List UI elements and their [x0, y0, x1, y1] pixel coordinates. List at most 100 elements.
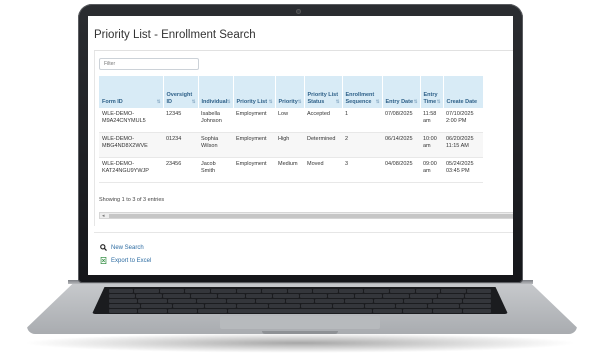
keyboard-key: [428, 304, 460, 308]
cell-individual: Sophia Wilson: [198, 132, 233, 158]
cell-status: Accepted: [304, 108, 342, 133]
keyboard-key: [204, 304, 236, 308]
keyboard-key: [236, 304, 268, 308]
cell-oversight-id: 12345: [163, 108, 198, 133]
keyboard-key: [268, 304, 300, 308]
keyboard-key: [273, 294, 300, 298]
table-row[interactable]: WLE-DEMO-KAT24NGU9YWJP 23456 Jacob Smith…: [99, 157, 483, 183]
column-header-create-date[interactable]: Create Date: [443, 76, 484, 108]
new-search-link[interactable]: New Search: [100, 244, 144, 251]
table-info: Showing 1 to 3 of 3 entries: [99, 197, 165, 203]
keyboard-key: [462, 309, 492, 313]
keyboard-key: [338, 289, 364, 293]
keyboard-key: [285, 299, 315, 303]
screen: Priority List - Enrollment Search Form I…: [88, 16, 513, 275]
keyboard-key: [167, 299, 197, 303]
trackpad: [220, 316, 380, 329]
search-icon: [100, 244, 107, 251]
page-title: Priority List - Enrollment Search: [94, 29, 256, 41]
cell-form-id: WLE-DEMO-KAT24NGU9YWJP: [99, 157, 163, 183]
sort-icon: ⇅: [156, 99, 161, 104]
keyboard-key: [140, 304, 172, 308]
keyboard-key: [190, 294, 218, 298]
scroll-thumb[interactable]: [109, 214, 513, 218]
keyboard-key: [108, 304, 140, 308]
keyboard-key: [364, 304, 396, 308]
keyboard-key-row: [108, 289, 492, 293]
keyboard-key: [218, 294, 245, 298]
cell-status: Determined: [304, 132, 342, 158]
keyboard-key: [437, 294, 464, 298]
cell-entry-time: 09:00 am: [420, 157, 443, 183]
column-header-priority[interactable]: Priority ⇅: [275, 76, 305, 108]
cell-entry-date: 06/14/2025: [382, 132, 420, 158]
keyboard-key: [462, 299, 492, 303]
column-header-priority-list[interactable]: Priority List ⇅: [233, 76, 276, 108]
keyboard-key: [403, 299, 433, 303]
new-search-label: New Search: [111, 244, 144, 251]
column-header-entry-date[interactable]: Entry Date ⇅: [382, 76, 421, 108]
keyboard-key: [245, 294, 273, 298]
cell-entry-time: 10:00 am: [420, 132, 443, 158]
cell-status: Moved: [304, 157, 342, 183]
keyboard-key: [226, 299, 256, 303]
table-row[interactable]: WLE-DEMO-M9A24CNYMUL5 12345 Isabella Joh…: [99, 108, 483, 133]
keyboard-key: [373, 309, 402, 313]
keyboard-key: [433, 299, 462, 303]
cell-sequence: 3: [342, 157, 382, 183]
keyboard-key: [374, 299, 403, 303]
laptop-shadow: [22, 333, 578, 353]
column-header-priority-list-status[interactable]: Priority List Status ⇅: [304, 76, 343, 108]
cell-individual: Isabella Johnson: [198, 108, 233, 133]
keyboard-key: [198, 309, 227, 313]
keyboard-key: [210, 289, 236, 293]
keyboard-key: [134, 289, 159, 293]
keyboard-key: [460, 304, 492, 308]
keyboard-key: [389, 289, 415, 293]
column-header-oversight-id[interactable]: Oversight ID ⇅: [163, 76, 199, 108]
keyboard-key: [256, 299, 285, 303]
keyboard-key-row: [108, 304, 492, 308]
column-header-form-id[interactable]: Form ID ⇅: [99, 76, 164, 108]
sort-icon: ⇅: [268, 99, 273, 104]
sort-icon: ⇅: [375, 99, 380, 104]
keyboard-key: [396, 304, 428, 308]
sort-icon: ⇅: [226, 99, 231, 104]
keyboard-key: [300, 304, 332, 308]
keyboard-key: [313, 289, 338, 293]
keyboard-key-row: [108, 294, 492, 298]
cell-entry-date: 04/08/2025: [382, 157, 420, 183]
keyboard: [92, 287, 508, 314]
cell-create-date: 06/20/2025 11:15 AM: [443, 132, 483, 158]
export-excel-link[interactable]: Export to Excel: [100, 257, 151, 264]
keyboard-key: [327, 294, 355, 298]
horizontal-scrollbar[interactable]: ◂: [99, 212, 513, 219]
keyboard-key: [441, 289, 466, 293]
keyboard-key: [236, 289, 262, 293]
keyboard-key: [159, 289, 185, 293]
keyboard-key: [415, 289, 441, 293]
sort-icon: ⇅: [436, 99, 441, 104]
keyboard-key: [138, 299, 167, 303]
cell-priority: High: [275, 132, 304, 158]
sort-icon: ⇅: [191, 99, 196, 104]
cell-form-id: WLE-DEMO-M9A24CNYMUL5: [99, 108, 163, 133]
front-notch: [262, 331, 338, 334]
column-header-entry-time[interactable]: Entry Time ⇅: [420, 76, 444, 108]
cell-oversight-id: 23456: [163, 157, 198, 183]
keyboard-key: [410, 294, 437, 298]
cell-priority: Low: [275, 108, 304, 133]
keyboard-key: [227, 309, 373, 313]
laptop-lid: Priority List - Enrollment Search Form I…: [78, 4, 523, 283]
keyboard-key: [185, 289, 210, 293]
table-row[interactable]: WLE-DEMO-MBG4ND8X2WVE 01234 Sophia Wilso…: [99, 132, 483, 158]
column-header-individual[interactable]: Individual ⇅: [198, 76, 234, 108]
keyboard-key: [172, 304, 204, 308]
keyboard-key: [108, 299, 138, 303]
scroll-left-arrow-icon[interactable]: ◂: [102, 213, 105, 219]
cell-sequence: 2: [342, 132, 382, 158]
sort-icon: ⇅: [297, 99, 302, 104]
keyboard-key: [287, 289, 313, 293]
filter-input[interactable]: [99, 58, 199, 70]
column-header-enrollment-sequence[interactable]: Enrollment Sequence ⇅: [342, 76, 383, 108]
